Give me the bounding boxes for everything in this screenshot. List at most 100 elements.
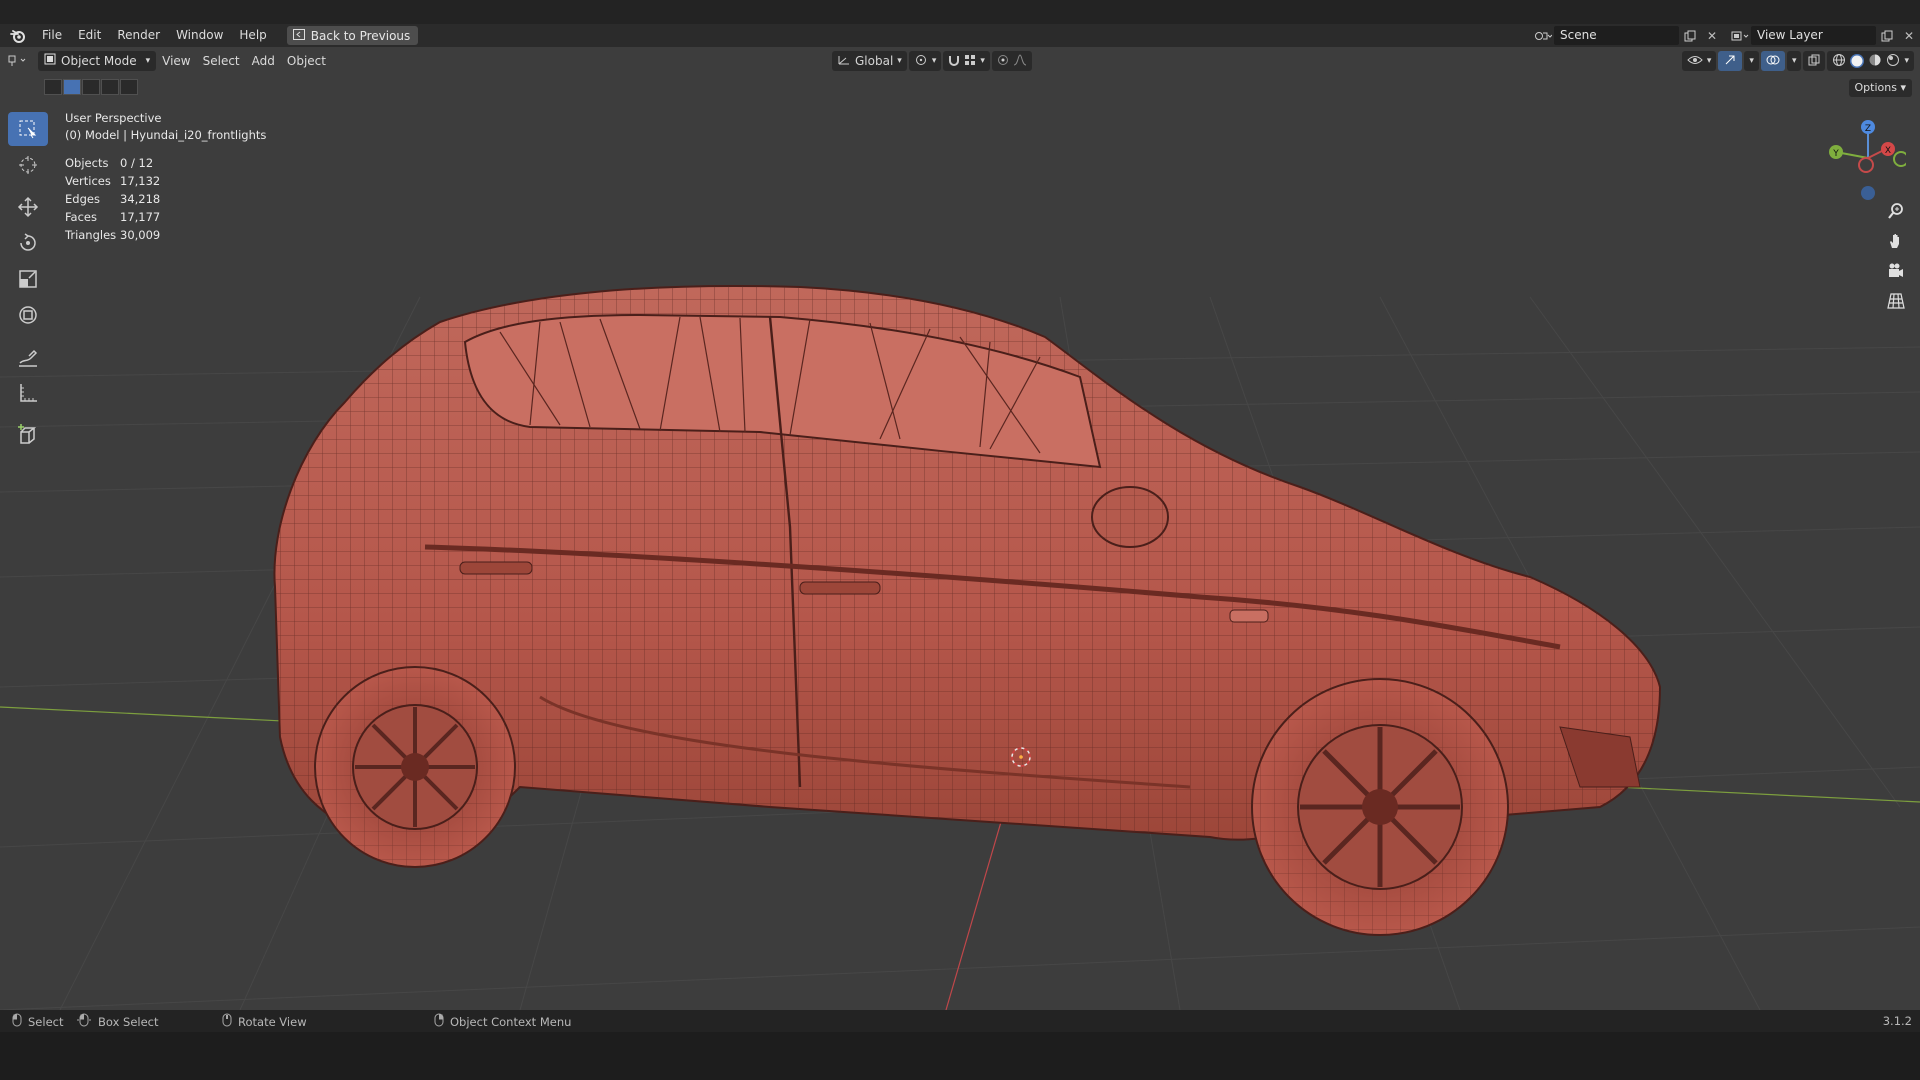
mouse-left-icon	[12, 1013, 22, 1030]
transform-tool[interactable]	[8, 298, 48, 332]
gizmo-neg-z	[1861, 186, 1875, 200]
delete-view-layer-icon[interactable]: ✕	[1898, 26, 1920, 45]
options-dropdown[interactable]: Options ▾	[1848, 79, 1912, 97]
overlays-dropdown[interactable]: ▾	[1786, 51, 1802, 71]
new-scene-icon[interactable]	[1679, 26, 1701, 45]
stat-row: Faces 17,177	[65, 209, 266, 227]
mouse-middle-icon	[222, 1013, 232, 1030]
menu-view[interactable]: View	[156, 51, 196, 71]
svg-text:X: X	[1885, 146, 1891, 156]
back-to-previous-button[interactable]: Back to Previous	[286, 26, 419, 45]
select-mode-new[interactable]	[44, 79, 62, 95]
menu-help[interactable]: Help	[231, 24, 274, 47]
grid-perspective-icon	[1887, 293, 1905, 309]
shading-modes[interactable]: ▾	[1827, 51, 1914, 71]
object-mode-label: Object Mode	[61, 53, 137, 68]
back-icon	[292, 28, 305, 43]
active-object-label: (0) Model | Hyundai_i20_frontlights	[65, 128, 267, 142]
new-view-layer-icon[interactable]	[1876, 26, 1898, 45]
material-shading-icon[interactable]	[1868, 53, 1882, 70]
stat-row: Triangles 30,009	[65, 227, 266, 245]
chevron-down-icon: ▾	[1706, 56, 1712, 66]
cursor-tool[interactable]	[8, 148, 48, 182]
back-to-previous-label: Back to Previous	[310, 28, 411, 43]
stat-label: Objects	[65, 156, 109, 170]
menu-file[interactable]: File	[34, 24, 70, 47]
select-mode-intersect[interactable]	[120, 79, 138, 95]
viewport-display-tools: ▾ ▾ ▾ ▾	[1681, 51, 1914, 71]
rotate-tool[interactable]	[8, 226, 48, 260]
transform-orientation-dropdown[interactable]: Global ▾	[832, 51, 907, 71]
navigation-gizmo[interactable]: Z X Y	[1826, 107, 1909, 202]
blender-version: 3.1.2	[1882, 1014, 1912, 1028]
select-mode-difference[interactable]	[101, 79, 119, 95]
status-box-select-hint: Box Select	[76, 1013, 159, 1030]
viewport-overlay-info: User Perspective (0) Model | Hyundai_i20…	[65, 110, 266, 245]
eye-icon	[1687, 54, 1703, 69]
rotate-icon	[20, 233, 36, 251]
title-strip	[0, 0, 1920, 24]
stat-row: Vertices 17,132	[65, 173, 266, 191]
status-select-hint: Select	[12, 1013, 63, 1030]
scene-selector-icon[interactable]	[1532, 26, 1554, 45]
rendered-shading-icon[interactable]	[1886, 53, 1900, 70]
solid-shading-icon[interactable]	[1850, 54, 1865, 68]
menu-select[interactable]: Select	[197, 51, 246, 71]
perspective-toggle-button[interactable]	[1882, 287, 1910, 315]
menu-object[interactable]: Object	[281, 51, 332, 71]
snap-toggle[interactable]: ▾	[943, 51, 990, 71]
chevron-down-icon: ▾	[931, 56, 937, 66]
pan-view-button[interactable]	[1882, 227, 1910, 255]
annotate-icon	[19, 349, 38, 367]
xray-icon	[1808, 54, 1820, 69]
gizmo-dropdown[interactable]: ▾	[1744, 51, 1759, 71]
top-menubar: File Edit Render Window Help Back to Pre…	[0, 24, 1920, 47]
select-mode-extend[interactable]	[63, 79, 81, 95]
status-rotate-view-label: Rotate View	[238, 1014, 307, 1029]
move-icon	[17, 196, 39, 218]
select-mode-subtract[interactable]	[82, 79, 100, 95]
gizmo-icon	[1723, 54, 1737, 69]
front-wheel	[1251, 678, 1509, 936]
chevron-down-icon: ▾	[145, 55, 151, 66]
stat-row: Objects 0 / 12	[65, 155, 266, 173]
cursor-icon	[19, 156, 37, 174]
rear-wheel	[314, 666, 516, 868]
status-bar: Select Box Select Rotate View Object Con…	[0, 1010, 1920, 1032]
view-layer-name-field[interactable]: View Layer	[1751, 26, 1876, 45]
gizmo-toggle[interactable]	[1718, 51, 1743, 71]
delete-scene-icon[interactable]: ✕	[1701, 26, 1723, 45]
object-mode-dropdown[interactable]: Object Mode ▾	[38, 50, 157, 71]
zoom-view-button[interactable]	[1882, 197, 1910, 225]
selection-mode-group	[44, 79, 138, 95]
measure-tool[interactable]	[8, 376, 48, 410]
move-tool[interactable]	[8, 190, 48, 224]
select-box-icon	[19, 120, 37, 139]
visibility-dropdown[interactable]: ▾	[1681, 51, 1717, 71]
menu-edit[interactable]: Edit	[70, 24, 109, 47]
menu-render[interactable]: Render	[109, 24, 168, 47]
menu-add[interactable]: Add	[246, 51, 281, 71]
tool-shelf	[8, 112, 48, 454]
add-cube-tool[interactable]	[8, 418, 48, 452]
3d-viewport[interactable]: Object Mode ▾ View Select Add Object Glo…	[0, 47, 1920, 1010]
editor-type-selector[interactable]	[0, 51, 34, 71]
blender-logo-icon[interactable]	[8, 26, 28, 46]
annotate-tool[interactable]	[8, 340, 48, 374]
stat-label: Edges	[65, 192, 100, 206]
pivot-point-dropdown[interactable]: ▾	[908, 51, 942, 71]
wireframe-shading-icon[interactable]	[1832, 53, 1846, 70]
menu-window[interactable]: Window	[168, 24, 231, 47]
view-layer-selector-icon[interactable]	[1729, 26, 1751, 45]
scene-name-field[interactable]: Scene	[1554, 26, 1679, 45]
xray-toggle[interactable]	[1803, 51, 1826, 71]
proportional-editing-toggle[interactable]	[991, 51, 1032, 71]
chevron-down-icon: ▾	[1749, 56, 1754, 66]
gizmo-neg-y	[1893, 151, 1909, 167]
camera-view-button[interactable]	[1882, 257, 1910, 285]
pivot-icon	[914, 54, 928, 69]
mouse-drag-icon	[76, 1013, 92, 1030]
overlays-toggle[interactable]	[1760, 51, 1785, 71]
select-box-tool[interactable]	[8, 112, 48, 146]
scale-tool[interactable]	[8, 262, 48, 296]
